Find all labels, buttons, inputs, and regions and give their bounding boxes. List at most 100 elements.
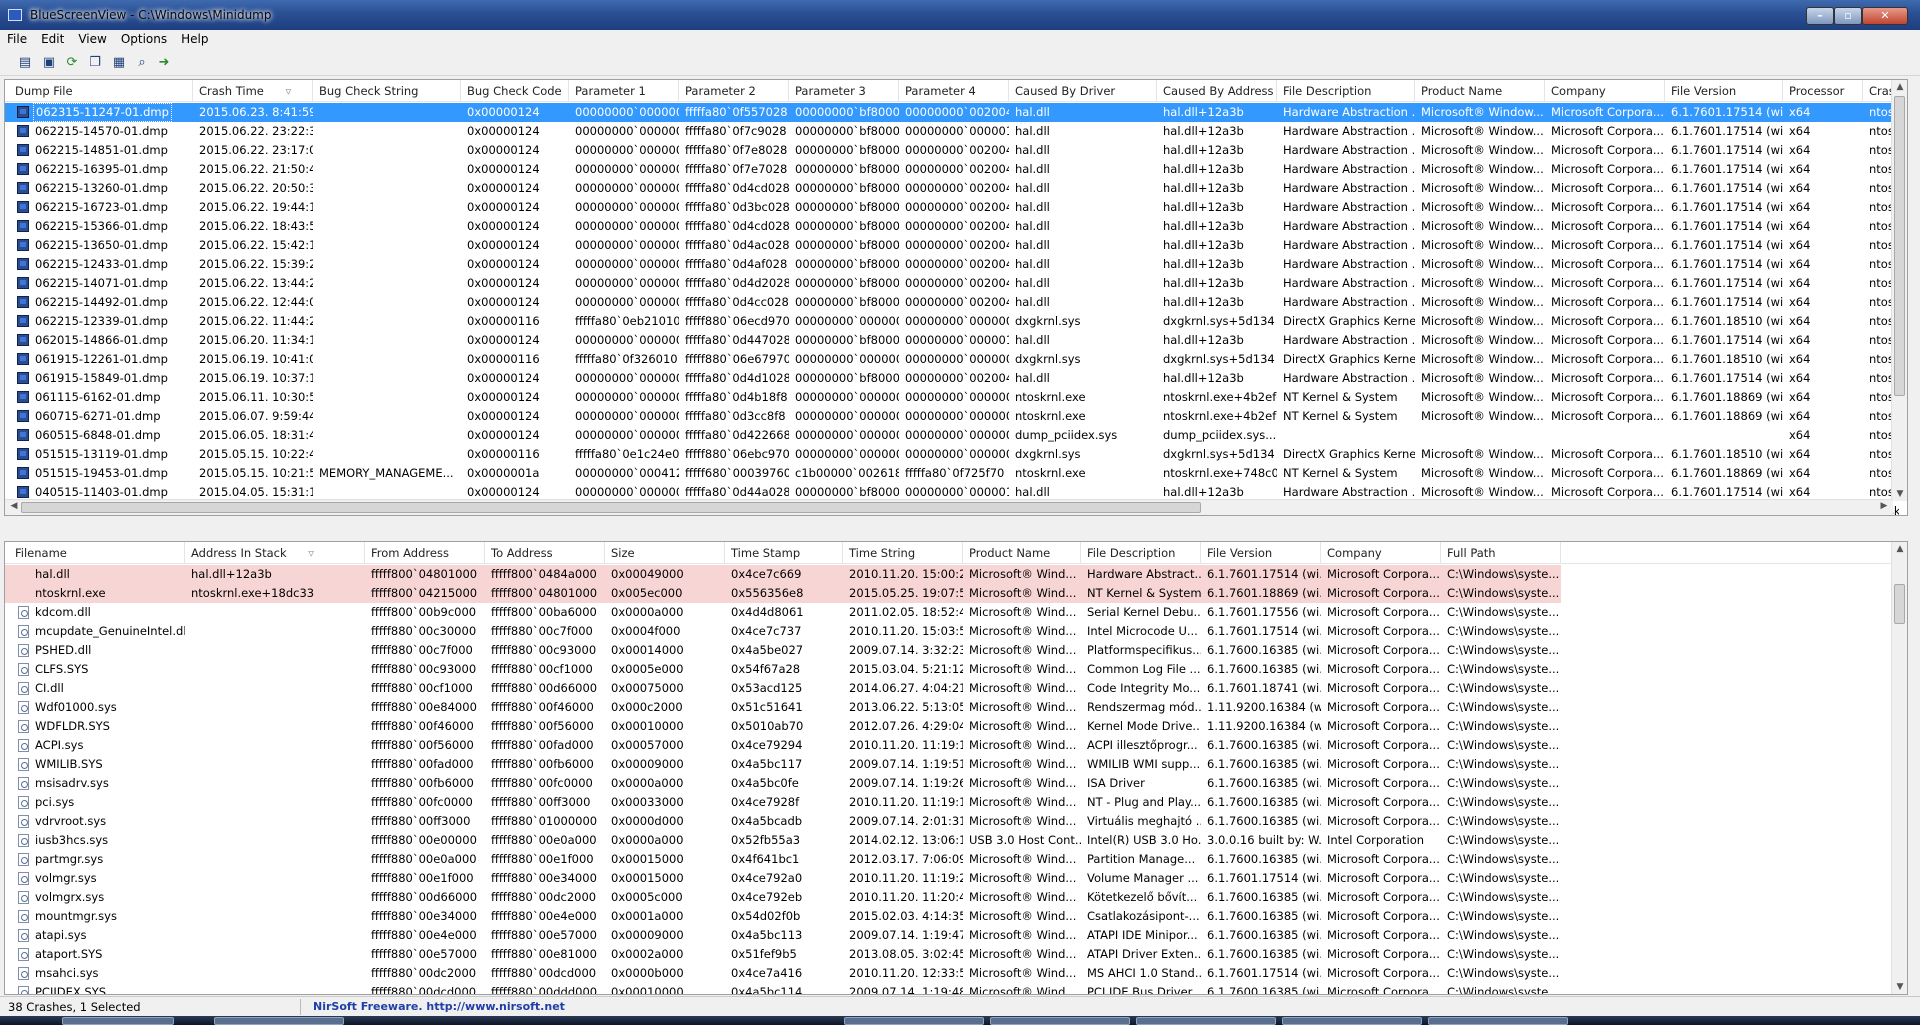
- scroll-up-arrow[interactable]: ▲: [1893, 544, 1907, 554]
- crash-row[interactable]: 060715-6271-01.dmp 2015.06.07. 9:59:44 0x0…: [5, 407, 1907, 426]
- title-bar[interactable]: BlueScreenView - C:\Windows\Minidump – ▫…: [0, 0, 1920, 30]
- crash-list-vscrollbar[interactable]: ▲ ▼: [1891, 80, 1907, 501]
- col-header-caused-by-driver[interactable]: Caused By Driver: [1009, 80, 1157, 102]
- taskbar-item[interactable]: [1136, 1017, 1276, 1025]
- crash-row[interactable]: 051515-19453-01.dmp 2015.05.15. 10:21:52 M…: [5, 464, 1907, 483]
- exit-icon[interactable]: ➜: [155, 54, 173, 72]
- module-row[interactable]: partmgr.sys fffff880`00e0a000 fffff880`00e…: [5, 850, 1907, 869]
- col-header-file-description[interactable]: File Description: [1277, 80, 1415, 102]
- taskbar-item[interactable]: [990, 1017, 1130, 1025]
- col-header-size[interactable]: Size: [605, 542, 725, 564]
- module-row[interactable]: pci.sys fffff880`00fc0000 fffff880`00ff300…: [5, 793, 1907, 812]
- menu-edit[interactable]: Edit: [34, 30, 71, 46]
- col-header-full-path[interactable]: Full Path: [1441, 542, 1561, 564]
- nirsoft-link[interactable]: NirSoft Freeware. http://www.nirsoft.net: [313, 1000, 565, 1013]
- col-header-parameter-1[interactable]: Parameter 1: [569, 80, 679, 102]
- col-header-from-address[interactable]: From Address: [365, 542, 485, 564]
- hscroll-thumb[interactable]: [21, 502, 1201, 513]
- scroll-thumb[interactable]: [1894, 96, 1905, 396]
- col-header-filename[interactable]: Filename: [5, 542, 185, 564]
- module-row[interactable]: vdrvroot.sys fffff880`00ff3000 fffff880`01…: [5, 812, 1907, 831]
- col-header-dump-file[interactable]: Dump File: [5, 80, 193, 102]
- col-header-product-name[interactable]: Product Name: [1415, 80, 1545, 102]
- module-list[interactable]: Filename Address In Stack ▿ From Address To…: [4, 541, 1908, 995]
- crash-row[interactable]: 061915-15849-01.dmp 2015.06.19. 10:37:17 0…: [5, 369, 1907, 388]
- col-header-company[interactable]: Company: [1321, 542, 1441, 564]
- module-row[interactable]: Wdf01000.sys fffff880`00e84000 fffff880`00…: [5, 698, 1907, 717]
- col-header-parameter-2[interactable]: Parameter 2: [679, 80, 789, 102]
- menu-file[interactable]: File: [0, 30, 34, 46]
- col-header-address-in-stack[interactable]: Address In Stack ▿: [185, 542, 365, 564]
- col-header-file-version[interactable]: File Version: [1201, 542, 1321, 564]
- taskbar-item[interactable]: [1282, 1017, 1422, 1025]
- crash-row[interactable]: 062215-14570-01.dmp 2015.06.22. 23:22:34 0…: [5, 122, 1907, 141]
- crash-row[interactable]: 061115-6162-01.dmp 2015.06.11. 10:30:53 0x…: [5, 388, 1907, 407]
- crash-row[interactable]: 062215-14492-01.dmp 2015.06.22. 12:44:00 0…: [5, 293, 1907, 312]
- module-row[interactable]: ntoskrnl.exe ntoskrnl.exe+18dc33 fffff800`…: [5, 584, 1907, 603]
- crash-row[interactable]: 062015-14866-01.dmp 2015.06.20. 11:34:19 0…: [5, 331, 1907, 350]
- crash-row[interactable]: 062215-16395-01.dmp 2015.06.22. 21:50:44 0…: [5, 160, 1907, 179]
- crash-row[interactable]: 062215-14851-01.dmp 2015.06.22. 23:17:00 0…: [5, 141, 1907, 160]
- crash-row[interactable]: 062215-13650-01.dmp 2015.06.22. 15:42:18 0…: [5, 236, 1907, 255]
- module-row[interactable]: msahci.sys fffff880`00dc2000 fffff880`00dc…: [5, 964, 1907, 983]
- col-header-bug-check-string[interactable]: Bug Check String: [313, 80, 461, 102]
- crash-row[interactable]: 062215-12433-01.dmp 2015.06.22. 15:39:24 0…: [5, 255, 1907, 274]
- crash-row[interactable]: 062315-11247-01.dmp 2015.06.23. 8:41:59 0x…: [5, 103, 1907, 122]
- taskbar-item[interactable]: [214, 1017, 344, 1025]
- col-header-file-description[interactable]: File Description: [1081, 542, 1201, 564]
- save-icon[interactable]: ▣: [40, 54, 58, 72]
- module-row[interactable]: ataport.SYS fffff880`00e57000 fffff880`00e…: [5, 945, 1907, 964]
- properties-icon[interactable]: ▤: [16, 54, 34, 72]
- crash-row[interactable]: 062215-13260-01.dmp 2015.06.22. 20:50:38 0…: [5, 179, 1907, 198]
- col-header-file-version[interactable]: File Version: [1665, 80, 1783, 102]
- module-row[interactable]: ACPI.sys fffff880`00f56000 fffff880`00fad0…: [5, 736, 1907, 755]
- col-header-time-string[interactable]: Time String: [843, 542, 963, 564]
- module-row[interactable]: CI.dll fffff880`00cf1000 fffff880`00d66000…: [5, 679, 1907, 698]
- scroll-down-arrow[interactable]: ▼: [1893, 489, 1907, 499]
- col-header-company[interactable]: Company: [1545, 80, 1665, 102]
- copy-icon[interactable]: ❐: [86, 54, 104, 72]
- col-header-processor[interactable]: Processor: [1783, 80, 1863, 102]
- menu-help[interactable]: Help: [174, 30, 215, 46]
- taskbar-item[interactable]: [1428, 1017, 1568, 1025]
- module-row[interactable]: kdcom.dll fffff800`00b9c000 fffff800`00ba6…: [5, 603, 1907, 622]
- col-header-parameter-4[interactable]: Parameter 4: [899, 80, 1009, 102]
- module-row[interactable]: CLFS.SYS fffff880`00c93000 fffff880`00cf10…: [5, 660, 1907, 679]
- crash-list-hscrollbar[interactable]: ◀ ▶: [5, 499, 1893, 515]
- find-icon[interactable]: ⌕: [133, 54, 151, 72]
- crash-row[interactable]: 051515-13119-01.dmp 2015.05.15. 10:22:42 0…: [5, 445, 1907, 464]
- scroll-down-arrow[interactable]: ▼: [1893, 982, 1907, 992]
- html-report-icon[interactable]: ▦: [110, 54, 128, 72]
- taskbar-item[interactable]: [62, 1017, 174, 1025]
- col-header-to-address[interactable]: To Address: [485, 542, 605, 564]
- module-row[interactable]: atapi.sys fffff880`00e4e000 fffff880`00e57…: [5, 926, 1907, 945]
- crash-row[interactable]: 062215-16723-01.dmp 2015.06.22. 19:44:10 0…: [5, 198, 1907, 217]
- module-row[interactable]: volmgrx.sys fffff880`00d66000 fffff880`00d…: [5, 888, 1907, 907]
- taskbar-item[interactable]: [844, 1017, 984, 1025]
- menu-options[interactable]: Options: [114, 30, 174, 46]
- crash-row[interactable]: 062215-12339-01.dmp 2015.06.22. 11:44:25 0…: [5, 312, 1907, 331]
- scroll-left-arrow[interactable]: ◀: [7, 501, 21, 511]
- col-header-product-name[interactable]: Product Name: [963, 542, 1081, 564]
- module-row[interactable]: hal.dll hal.dll+12a3b fffff800`04801000 fff…: [5, 565, 1907, 584]
- col-header-bug-check-code[interactable]: Bug Check Code: [461, 80, 569, 102]
- scroll-thumb[interactable]: [1894, 584, 1905, 624]
- module-row[interactable]: PSHED.dll fffff880`00c7f000 fffff880`00c93…: [5, 641, 1907, 660]
- module-row[interactable]: iusb3hcs.sys fffff880`00e00000 fffff880`00…: [5, 831, 1907, 850]
- module-list-vscrollbar[interactable]: ▲ ▼: [1891, 542, 1907, 994]
- scroll-up-arrow[interactable]: ▲: [1893, 82, 1907, 92]
- module-row[interactable]: WMILIB.SYS fffff880`00fad000 fffff880`00fb…: [5, 755, 1907, 774]
- col-header-time-stamp[interactable]: Time Stamp: [725, 542, 843, 564]
- refresh-icon[interactable]: ⟳: [63, 54, 81, 72]
- module-row[interactable]: mcupdate_GenuineIntel.dll fffff880`00c300…: [5, 622, 1907, 641]
- crash-row[interactable]: 062215-15366-01.dmp 2015.06.22. 18:43:59 0…: [5, 217, 1907, 236]
- module-row[interactable]: mountmgr.sys fffff880`00e34000 fffff880`00…: [5, 907, 1907, 926]
- close-button[interactable]: ✕: [1862, 7, 1908, 25]
- module-row[interactable]: volmgr.sys fffff880`00e1f000 fffff880`00e3…: [5, 869, 1907, 888]
- crash-row[interactable]: 060515-6848-01.dmp 2015.06.05. 18:31:42 0x…: [5, 426, 1907, 445]
- module-row[interactable]: PCIIDEX.SYS fffff880`00dcd000 fffff880`00d…: [5, 983, 1907, 994]
- col-header-caused-by-address[interactable]: Caused By Address: [1157, 80, 1277, 102]
- scroll-right-arrow[interactable]: ▶: [1877, 501, 1891, 511]
- maximize-button[interactable]: ▫: [1834, 7, 1862, 25]
- minimize-button[interactable]: –: [1806, 7, 1834, 25]
